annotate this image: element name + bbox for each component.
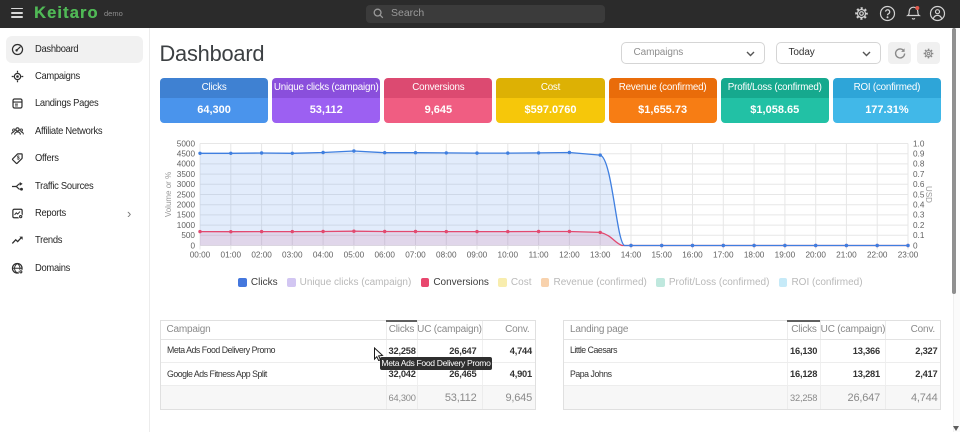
svg-text:Volume or %: Volume or % (164, 172, 173, 217)
svg-text:4500: 4500 (177, 150, 196, 159)
svg-text:1500: 1500 (177, 211, 196, 220)
svg-text:01:00: 01:00 (221, 251, 242, 260)
svg-text:0.3: 0.3 (913, 211, 925, 220)
svg-text:02:00: 02:00 (251, 251, 272, 260)
svg-text:11:00: 11:00 (529, 251, 549, 260)
svg-text:04:00: 04:00 (313, 251, 334, 260)
svg-text:2500: 2500 (177, 190, 196, 199)
svg-text:500: 500 (181, 231, 195, 240)
svg-text:USD: USD (924, 186, 933, 203)
svg-text:23:00: 23:00 (898, 251, 919, 260)
svg-text:00:00: 00:00 (190, 251, 211, 260)
svg-text:0.4: 0.4 (913, 201, 925, 210)
svg-text:$: $ (16, 156, 19, 162)
svg-text:09:00: 09:00 (467, 251, 488, 260)
svg-text:0: 0 (190, 241, 195, 250)
svg-text:22:00: 22:00 (867, 251, 888, 260)
svg-text:18:00: 18:00 (744, 251, 765, 260)
svg-text:06:00: 06:00 (374, 251, 395, 260)
svg-text:17:00: 17:00 (713, 251, 734, 260)
svg-text:20:00: 20:00 (805, 251, 826, 260)
svg-text:0.6: 0.6 (913, 180, 925, 189)
svg-text:0.2: 0.2 (913, 221, 925, 230)
svg-text:0.8: 0.8 (913, 160, 925, 169)
svg-text:12:00: 12:00 (559, 251, 580, 260)
svg-text:1000: 1000 (177, 221, 196, 230)
svg-text:13:00: 13:00 (590, 251, 611, 260)
svg-text:07:00: 07:00 (405, 251, 426, 260)
svg-text:0.5: 0.5 (913, 190, 925, 199)
svg-text:5000: 5000 (177, 139, 196, 148)
svg-text:2000: 2000 (177, 201, 196, 210)
svg-text:3000: 3000 (177, 180, 196, 189)
svg-text:0.7: 0.7 (913, 170, 925, 179)
svg-text:4000: 4000 (177, 160, 196, 169)
svg-text:08:00: 08:00 (436, 251, 457, 260)
svg-text:19:00: 19:00 (775, 251, 796, 260)
svg-text:21:00: 21:00 (836, 251, 857, 260)
svg-text:10:00: 10:00 (498, 251, 519, 260)
svg-text:3500: 3500 (177, 170, 196, 179)
svg-text:0.9: 0.9 (913, 150, 925, 159)
svg-text:15:00: 15:00 (651, 251, 672, 260)
svg-text:0.1: 0.1 (913, 231, 925, 240)
svg-text:1.0: 1.0 (913, 139, 925, 148)
svg-text:03:00: 03:00 (282, 251, 303, 260)
svg-text:05:00: 05:00 (344, 251, 365, 260)
svg-text:14:00: 14:00 (621, 251, 642, 260)
svg-text:0: 0 (913, 241, 918, 250)
svg-text:16:00: 16:00 (682, 251, 703, 260)
